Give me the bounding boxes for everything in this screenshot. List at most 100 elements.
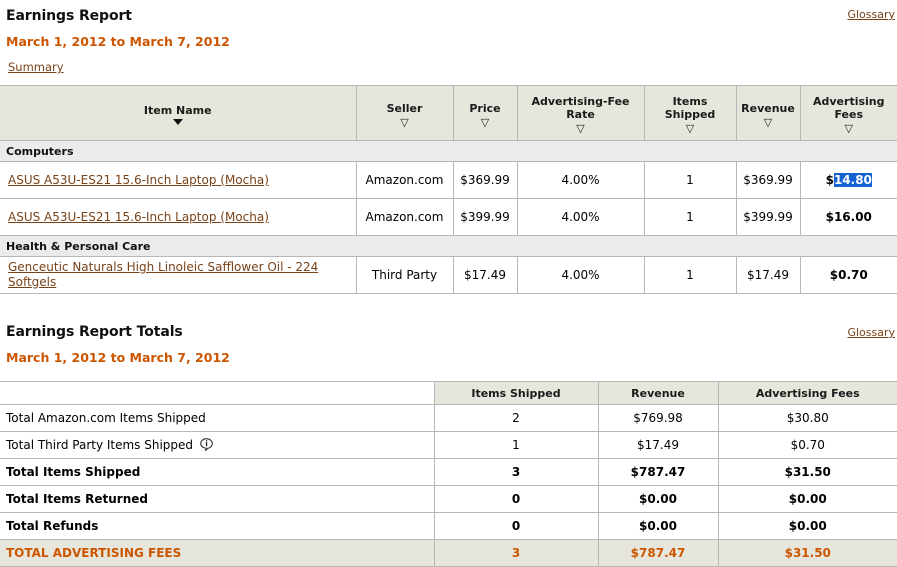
grand-total-row: TOTAL ADVERTISING FEES 3 $787.47 $31.50 [0, 539, 897, 567]
items-shipped-cell: 1 [643, 198, 737, 236]
sort-desc-hollow-icon[interactable]: ▽ [740, 117, 797, 128]
glossary-link-bottom[interactable]: Glossary [847, 326, 895, 339]
column-header-items-shipped-label-line1: Items [672, 95, 708, 108]
revenue-cell: $399.99 [735, 198, 801, 236]
totals-fees-cell: $0.70 [717, 431, 897, 459]
category-label: Health & Personal Care [0, 235, 897, 257]
column-header-items-shipped-label-line2: Shipped [664, 108, 716, 121]
column-header-item-name-label: Item Name [143, 103, 212, 117]
price-cell: $369.99 [452, 161, 518, 199]
summary-link-wrap: Summary [4, 49, 893, 74]
earnings-items-table: Item Name Seller ▽ Price ▽ Advertising-F… [0, 85, 897, 294]
sort-desc-hollow-icon[interactable]: ▽ [521, 123, 641, 134]
sort-desc-hollow-icon[interactable]: ▽ [457, 117, 514, 128]
table-row: ASUS A53U-ES21 15.6-Inch Laptop (Mocha) A… [0, 161, 897, 199]
totals-header-row: Items Shipped Revenue Advertising Fees [0, 381, 897, 405]
totals-row-label-text: Total Items Returned [6, 492, 148, 506]
advertising-fee-amount[interactable]: 16.00 [834, 210, 872, 224]
totals-row-label-text: Total Third Party Items Shipped [6, 438, 194, 452]
grand-total-fees: $31.50 [717, 539, 897, 567]
totals-items-shipped-cell: 1 [433, 431, 599, 459]
sort-desc-hollow-icon[interactable]: ▽ [648, 123, 733, 134]
table-row: ASUS A53U-ES21 15.6-Inch Laptop (Mocha) A… [0, 198, 897, 236]
advertising-fee-cell: $0.70 [799, 256, 897, 294]
item-name-cell: Genceutic Naturals High Linoleic Safflow… [0, 256, 357, 294]
totals-title: Earnings Report Totals [6, 324, 183, 340]
totals-fees-cell: $30.80 [717, 404, 897, 432]
column-header-items-shipped[interactable]: Items Shipped ▽ [643, 85, 737, 141]
totals-row: Total Refunds 0 $0.00 $0.00 [0, 512, 897, 540]
seller-cell: Amazon.com [355, 198, 454, 236]
advertising-fee-amount[interactable]: 0.70 [838, 268, 868, 282]
currency-symbol: $ [825, 173, 834, 187]
totals-row: Total Items Returned 0 $0.00 $0.00 [0, 485, 897, 513]
totals-revenue-cell: $0.00 [597, 485, 719, 513]
totals-row-label: Total Third Party Items Shipped [0, 431, 435, 459]
column-header-advertising-fee-rate-label-line1: Advertising-Fee [531, 95, 630, 108]
info-bubble-icon[interactable] [200, 438, 213, 452]
column-header-revenue[interactable]: Revenue ▽ [735, 85, 801, 141]
category-row: Health & Personal Care [0, 235, 897, 257]
earnings-totals-table: Items Shipped Revenue Advertising Fees T… [0, 381, 897, 567]
column-header-advertising-fees[interactable]: Advertising Fees ▽ [799, 85, 897, 141]
totals-column-header-items-shipped: Items Shipped [433, 381, 599, 405]
totals-column-header-blank [0, 381, 435, 405]
column-header-seller-label: Seller [386, 101, 423, 115]
earnings-items-body: Computers ASUS A53U-ES21 15.6-Inch Laptop… [0, 140, 897, 294]
column-header-advertising-fee-rate[interactable]: Advertising-Fee Rate ▽ [516, 85, 645, 141]
earnings-report-page: Glossary Earnings Report March 1, 2012 t… [0, 0, 897, 567]
item-name-link[interactable]: Genceutic Naturals High Linoleic Safflow… [8, 260, 318, 289]
earnings-report-header: Glossary Earnings Report March 1, 2012 t… [0, 0, 897, 74]
grand-total-label: TOTAL ADVERTISING FEES [0, 539, 435, 567]
item-name-link[interactable]: ASUS A53U-ES21 15.6-Inch Laptop (Mocha) [8, 210, 269, 224]
seller-cell: Amazon.com [355, 161, 454, 199]
page-title: Earnings Report [6, 8, 132, 24]
glossary-link-top[interactable]: Glossary [847, 8, 895, 21]
items-shipped-cell: 1 [643, 256, 737, 294]
column-header-price[interactable]: Price ▽ [452, 85, 518, 141]
column-header-advertising-fees-label-line2: Fees [834, 108, 864, 121]
sort-desc-hollow-icon[interactable]: ▽ [804, 123, 895, 134]
column-header-item-name[interactable]: Item Name [0, 85, 357, 141]
totals-fees-cell: $31.50 [717, 458, 897, 486]
fee-rate-cell: 4.00% [516, 198, 645, 236]
fee-rate-cell: 4.00% [516, 161, 645, 199]
totals-row-label: Total Amazon.com Items Shipped [0, 404, 435, 432]
price-cell: $17.49 [452, 256, 518, 294]
advertising-fee-cell: $14.80 [799, 161, 897, 199]
totals-revenue-cell: $0.00 [597, 512, 719, 540]
fee-rate-cell: 4.00% [516, 256, 645, 294]
totals-row-label: Total Items Returned [0, 485, 435, 513]
advertising-fee-selected-text[interactable]: 14.80 [833, 173, 872, 187]
column-header-revenue-label: Revenue [741, 101, 795, 115]
earnings-totals-body: Total Amazon.com Items Shipped 2 $769.98 $3… [0, 404, 897, 567]
sort-desc-hollow-icon[interactable]: ▽ [360, 117, 450, 128]
column-header-seller[interactable]: Seller ▽ [355, 85, 454, 141]
column-header-advertising-fees-label-line1: Advertising [813, 95, 885, 108]
advertising-fee-cell: $16.00 [799, 198, 897, 236]
report-date-range: March 1, 2012 to March 7, 2012 [6, 34, 230, 49]
seller-cell: Third Party [355, 256, 454, 294]
category-row: Computers [0, 140, 897, 162]
sort-desc-filled-icon[interactable] [172, 118, 183, 125]
totals-items-shipped-cell: 2 [433, 404, 599, 432]
grand-total-items-shipped: 3 [433, 539, 599, 567]
item-name-link[interactable]: ASUS A53U-ES21 15.6-Inch Laptop (Mocha) [8, 173, 269, 187]
totals-row-label-text: Total Refunds [6, 519, 99, 533]
items-shipped-cell: 1 [643, 161, 737, 199]
totals-fees-cell: $0.00 [717, 485, 897, 513]
totals-items-shipped-cell: 0 [433, 485, 599, 513]
totals-column-header-revenue: Revenue [597, 381, 719, 405]
item-name-cell: ASUS A53U-ES21 15.6-Inch Laptop (Mocha) [0, 161, 357, 199]
totals-row-label-text: Total Amazon.com Items Shipped [6, 411, 206, 425]
table-row: Genceutic Naturals High Linoleic Safflow… [0, 256, 897, 294]
price-cell: $399.99 [452, 198, 518, 236]
totals-fees-cell: $0.00 [717, 512, 897, 540]
totals-row: Total Third Party Items Shipped 1 $17.49 $0… [0, 431, 897, 459]
summary-link[interactable]: Summary [8, 60, 64, 74]
grand-total-revenue: $787.47 [597, 539, 719, 567]
totals-row: Total Items Shipped 3 $787.47 $31.50 [0, 458, 897, 486]
earnings-totals-header: Glossary Earnings Report Totals March 1,… [0, 316, 897, 365]
revenue-cell: $17.49 [735, 256, 801, 294]
category-label: Computers [0, 140, 897, 162]
